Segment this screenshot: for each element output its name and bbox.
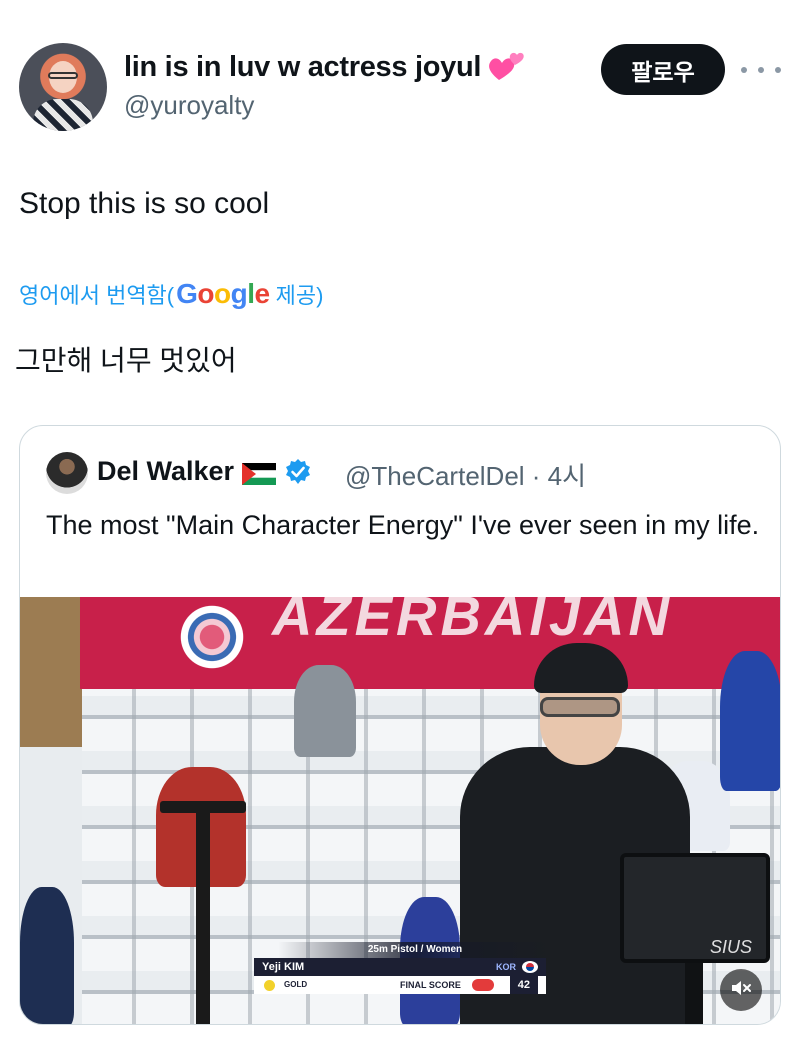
score-athlete-row: Yeji KIM KOR xyxy=(254,958,546,976)
event-logo xyxy=(168,597,256,677)
monitor-stand xyxy=(685,963,703,1024)
athlete-shooting-glasses xyxy=(540,697,620,717)
verified-icon xyxy=(284,458,312,486)
final-score-label: FINAL SCORE xyxy=(400,980,461,990)
quote-display-name[interactable]: Del Walker xyxy=(97,456,312,487)
final-score: 42 xyxy=(509,976,538,994)
translated-text: 그만해 너무 멋있어 xyxy=(15,345,237,376)
quote-handle-time[interactable]: @TheCartelDel · 4시 xyxy=(345,456,586,493)
author-name-text: lin is in luv w actress joyul xyxy=(124,50,482,83)
google-logo: Google xyxy=(176,278,270,309)
avatar-body xyxy=(33,99,93,131)
spectator xyxy=(294,665,356,757)
score-result-row: GOLD FINAL SCORE 42 xyxy=(254,976,546,994)
mute-button[interactable] xyxy=(720,969,762,1011)
mute-icon xyxy=(729,976,753,1005)
avatar-glasses xyxy=(48,72,78,79)
korea-flag-icon xyxy=(522,961,538,973)
author-avatar[interactable] xyxy=(19,43,107,131)
quoted-tweet[interactable]: Del Walker @TheCartelDel · 4시 The most "… xyxy=(19,425,781,1025)
record-badge xyxy=(472,979,494,991)
athlete-name: Yeji KIM xyxy=(262,961,305,973)
quote-avatar[interactable] xyxy=(46,452,88,494)
sponsor-label: SIUS xyxy=(710,937,753,957)
event-label: 25m Pistol / Women xyxy=(278,942,552,958)
tweet-page: lin is in luv w actress joyul @yuroyalty… xyxy=(0,0,800,1061)
two-hearts-icon xyxy=(487,50,527,84)
translation-suffix: 제공) xyxy=(275,283,324,308)
more-dot xyxy=(775,67,781,73)
author-display-name[interactable]: lin is in luv w actress joyul xyxy=(124,50,527,84)
spectator xyxy=(20,887,74,1024)
follow-button[interactable]: 팔로우 xyxy=(601,44,725,95)
palestine-flag-icon xyxy=(242,461,277,485)
gold-medal-icon xyxy=(264,980,275,991)
country-code: KOR xyxy=(496,962,516,972)
translation-attribution[interactable]: 영어에서 번역함( Google 제공) xyxy=(19,278,323,310)
pistol-stand xyxy=(196,807,210,1024)
quote-name-text: Del Walker xyxy=(97,456,235,486)
tweet-text: Stop this is so cool xyxy=(19,187,270,220)
author-handle[interactable]: @yuroyalty xyxy=(124,90,254,121)
more-icon[interactable] xyxy=(741,58,781,82)
more-dot xyxy=(758,67,764,73)
more-dot xyxy=(741,67,747,73)
banner-text: AZERBAIJAN xyxy=(272,597,673,647)
medal-label: GOLD xyxy=(284,980,308,989)
translated-from-label: 영어에서 번역함( xyxy=(19,283,175,308)
quote-text: The most "Main Character Energy" I've ev… xyxy=(46,510,760,540)
quote-video[interactable]: AZERBAIJAN SIUS 25m Pistol / Women Yeji … xyxy=(20,597,780,1024)
spectator xyxy=(720,651,780,791)
